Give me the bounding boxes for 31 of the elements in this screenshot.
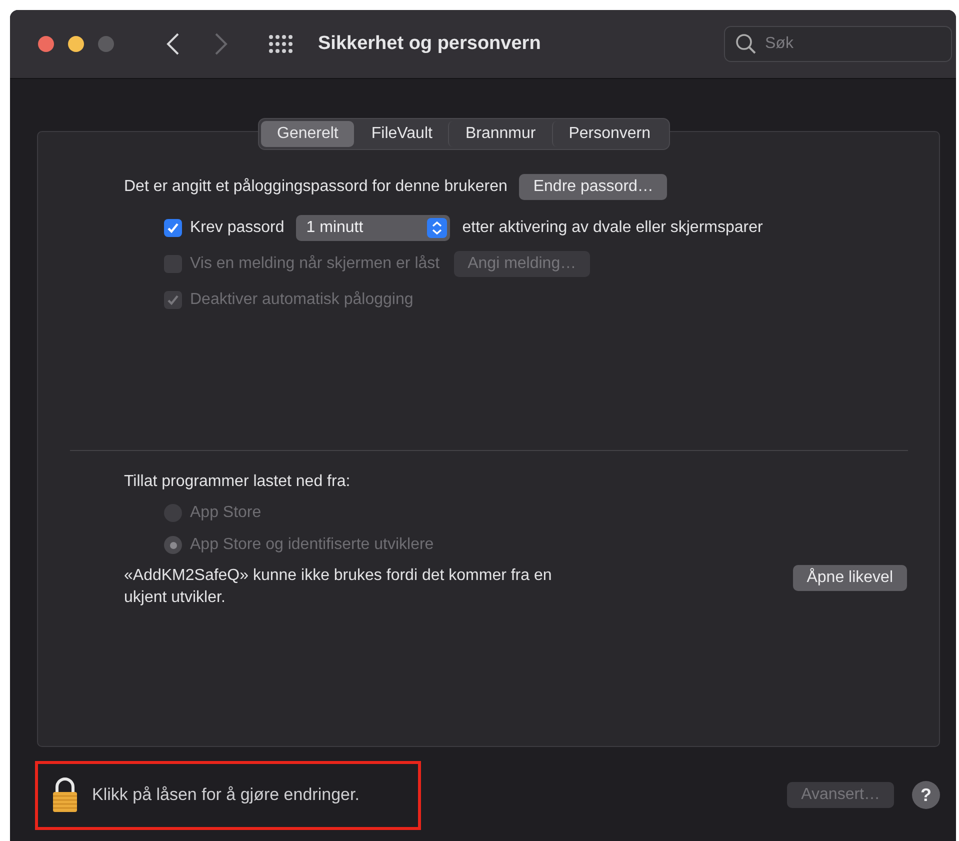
grid-icon[interactable]	[268, 34, 294, 54]
tab[interactable]: Generelt	[261, 121, 354, 147]
search-field[interactable]: Søk	[724, 26, 952, 62]
section-heading: Tillat programmer lastet ned fra:	[124, 473, 350, 491]
lock-hint-text: Klikk på låsen for å gjøre endringer.	[92, 785, 360, 805]
checkbox[interactable]	[164, 219, 182, 237]
stepper-icon	[427, 218, 448, 238]
checkbox-label: Krev passord	[190, 219, 284, 237]
back-icon[interactable]	[166, 32, 180, 56]
time-dropdown[interactable]: 1 minutt	[296, 215, 450, 241]
popup-suffix-text: etter aktivering av dvale eller skjermsparer	[462, 219, 763, 237]
checkmark-icon	[166, 221, 180, 235]
blocked-app-notice: «AddKM2SafeQ» kunne ikke brukes fordi det kommer fra en ukjent utvikler.	[124, 566, 553, 608]
tab[interactable]: Personvern	[552, 121, 667, 147]
radio-label: App Store	[190, 504, 262, 522]
search-input[interactable]: Søk	[763, 34, 927, 54]
open-anyway-button[interactable]: Åpne likevel	[792, 565, 907, 591]
window-control[interactable]	[68, 36, 84, 52]
window-title: Sikkerhet og personvern	[318, 33, 541, 55]
padlock-icon[interactable]	[52, 777, 78, 813]
change-password-button[interactable]: Endre passord…	[519, 174, 668, 200]
password-status-text: Det er angitt et påloggingspassord for denne brukeren	[124, 178, 508, 196]
search-icon	[735, 33, 757, 55]
tab[interactable]: FileVault	[354, 121, 448, 147]
radio-label: App Store og identifiserte utviklere	[190, 536, 434, 554]
help-button[interactable]: ?	[912, 781, 940, 809]
checkbox-label: Deaktiver automatisk pålogging	[190, 291, 414, 309]
checkbox-label: Vis en melding når skjermen er låst	[190, 255, 440, 273]
window-control[interactable]	[38, 36, 54, 52]
checkmark-icon	[166, 293, 180, 307]
tab[interactable]: Brannmur	[448, 121, 552, 147]
